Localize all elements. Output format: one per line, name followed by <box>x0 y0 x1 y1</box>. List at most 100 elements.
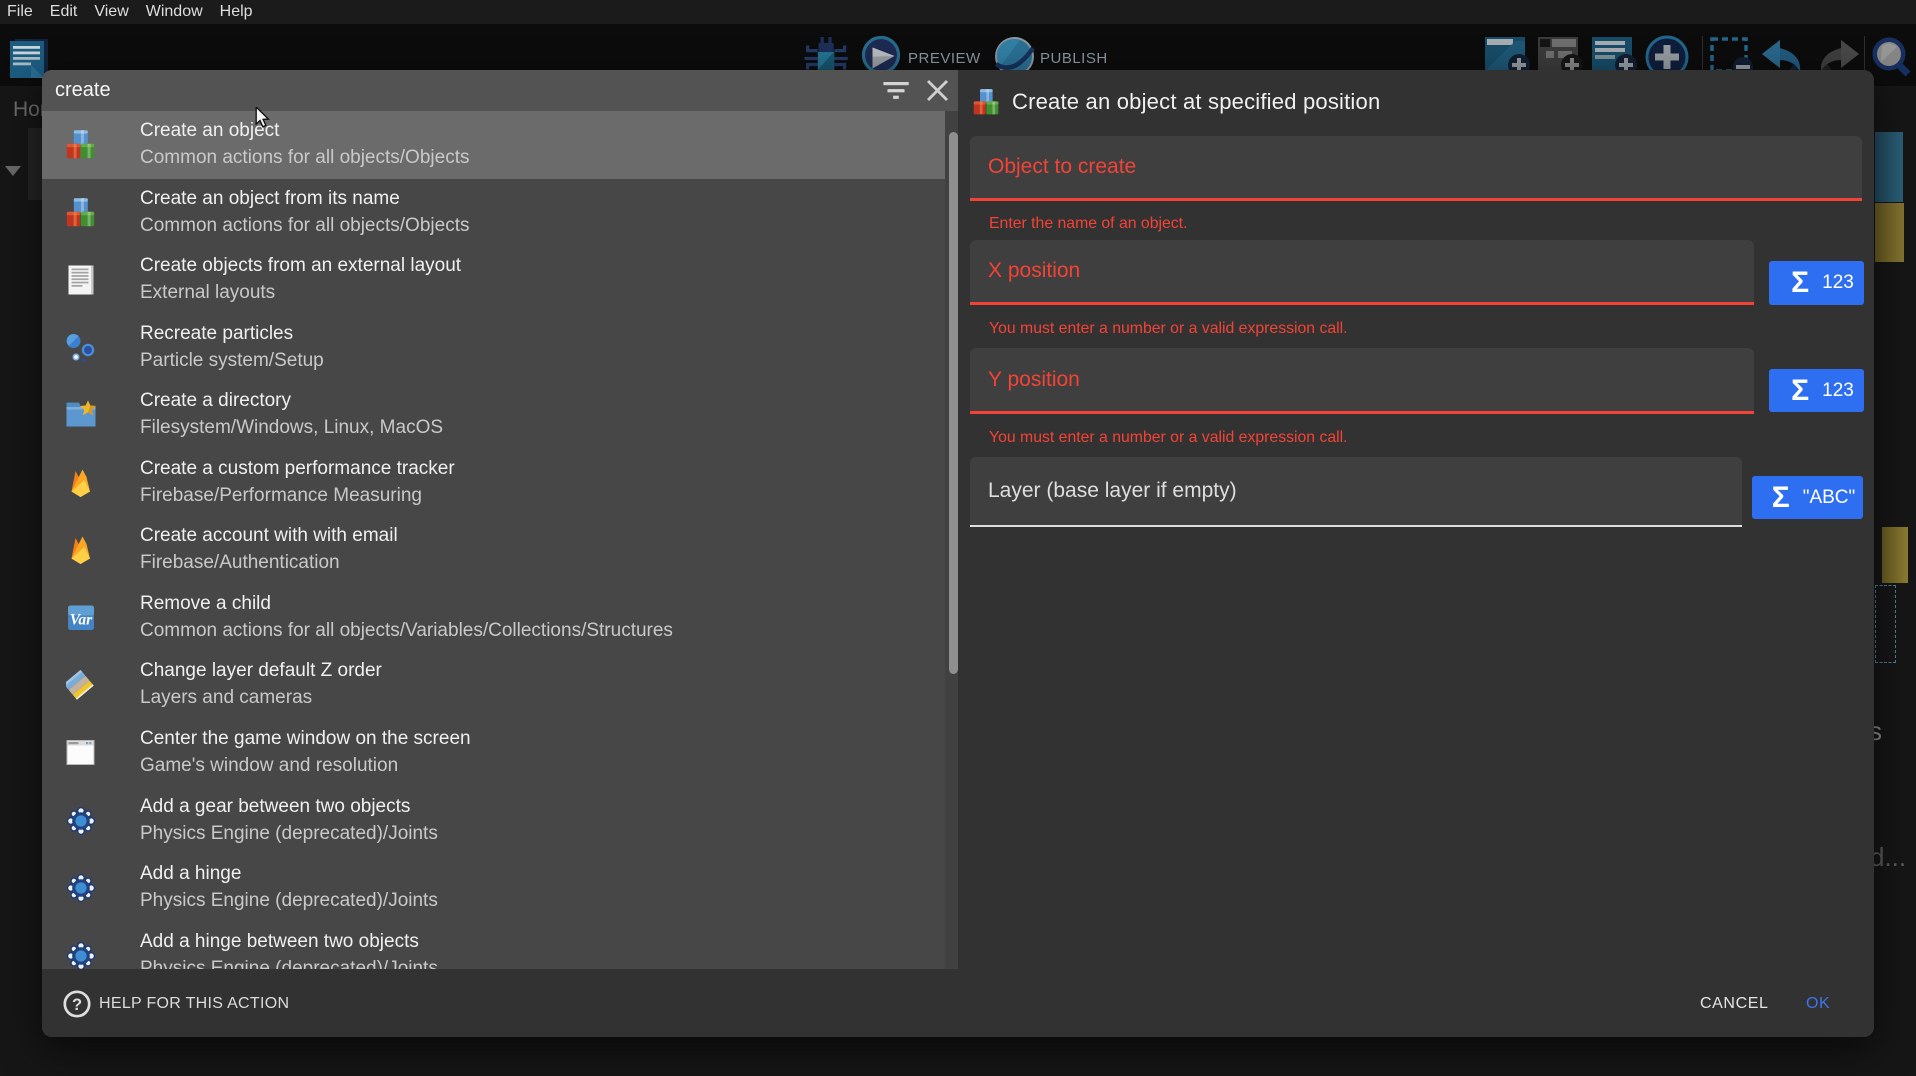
list-item[interactable]: Change layer default Z order Layers and c… <box>42 651 958 719</box>
instruction-list-pane: create Create an objectCommon actions fo… <box>42 70 958 969</box>
filter-icon[interactable] <box>883 82 909 100</box>
layers-icon <box>66 670 96 700</box>
sigma-icon: Σ <box>1791 266 1809 300</box>
object-field-label: Object to create <box>988 155 1136 179</box>
list-item-title: Change layer default Z order <box>140 660 382 682</box>
create-object-icon <box>973 89 1000 116</box>
list-item-subtitle: Common actions for all objects/Variables… <box>140 620 673 642</box>
publish-button[interactable]: PUBLISH <box>1040 50 1108 67</box>
svg-text:?: ? <box>72 996 82 1014</box>
list-item-title: Add a hinge <box>140 863 241 885</box>
x-field-label: X position <box>988 259 1080 283</box>
list-item-subtitle: Particle system/Setup <box>140 350 324 372</box>
list-item-title: Create a directory <box>140 390 291 412</box>
particles-icon <box>66 333 96 363</box>
list-item-title: Add a gear between two objects <box>140 796 410 818</box>
cubes-icon <box>66 130 96 160</box>
list-item-subtitle: Layers and cameras <box>140 687 312 709</box>
list-item-subtitle: Filesystem/Windows, Linux, MacOS <box>140 417 443 439</box>
list-item[interactable]: Recreate particlesParticle system/Setup <box>42 314 958 382</box>
cubes-icon <box>66 198 96 228</box>
close-icon[interactable] <box>927 80 948 101</box>
list-item[interactable]: Create an objectCommon actions for all o… <box>42 111 958 179</box>
object-field-helper: Enter the name of an object. <box>989 215 1187 233</box>
list-item-subtitle: Physics Engine (deprecated)/Joints <box>140 823 438 845</box>
list-item-title: Remove a child <box>140 593 271 615</box>
search-icon[interactable] <box>1870 36 1914 80</box>
x-field-error: You must enter a number or a valid expre… <box>989 320 1348 338</box>
menu-view[interactable]: View <box>94 3 128 21</box>
debugger-icon[interactable] <box>800 36 850 72</box>
help-icon: ? <box>63 990 91 1018</box>
preview-button[interactable]: PREVIEW <box>908 50 981 67</box>
list-item[interactable]: Center the game window on the screen Game… <box>42 719 958 787</box>
layer-field-label: Layer (base layer if empty) <box>988 479 1237 503</box>
list-item-title: Create objects from an external layout <box>140 255 461 277</box>
folder-icon <box>66 400 96 430</box>
list-item[interactable]: Add a hinge between two objects Physics E… <box>42 922 958 969</box>
scene-text-fragment: d... <box>1870 842 1906 873</box>
layer-expression-button[interactable]: Σ "ABC" <box>1752 476 1863 519</box>
list-item-subtitle: Common actions for all objects/Objects <box>140 215 469 237</box>
y-field-label: Y position <box>988 368 1080 392</box>
search-bar[interactable]: create <box>42 70 958 111</box>
list-item-subtitle: Firebase/Performance Measuring <box>140 485 422 507</box>
list-item[interactable]: Create objects from an external layout Ex… <box>42 246 958 314</box>
list-item[interactable]: Create an object from its name Common act… <box>42 179 958 247</box>
layer-expression-tag: "ABC" <box>1803 487 1856 509</box>
x-expression-tag: 123 <box>1822 272 1854 294</box>
help-button[interactable]: ? HELP FOR THIS ACTION <box>63 970 289 1037</box>
scrollbar-thumb[interactable] <box>949 132 958 674</box>
list-item-title: Center the game window on the screen <box>140 728 471 750</box>
x-expression-button[interactable]: Σ 123 <box>1769 261 1864 305</box>
cancel-button[interactable]: CANCEL <box>1684 987 1785 1021</box>
list-item-title: Create a custom performance tracker <box>140 458 455 480</box>
scene-object-olive <box>1875 203 1904 262</box>
preview-play-icon[interactable] <box>861 35 901 75</box>
y-expression-tag: 123 <box>1822 380 1854 402</box>
list-item-subtitle: Physics Engine (deprecated)/Joints <box>140 890 438 912</box>
instruction-selector-dialog: create Create an objectCommon actions fo… <box>42 70 1874 1037</box>
layer-field[interactable]: Layer (base layer if empty) <box>970 457 1742 527</box>
list-item-subtitle: Game's window and resolution <box>140 755 398 777</box>
list-item-title: Create account with with email <box>140 525 398 547</box>
scene-object-teal <box>1875 132 1903 202</box>
dialog-footer: ? HELP FOR THIS ACTION CANCEL OK <box>42 970 1874 1037</box>
menu-window[interactable]: Window <box>146 3 203 21</box>
search-input[interactable]: create <box>55 79 958 102</box>
menu-edit[interactable]: Edit <box>50 3 78 21</box>
sigma-icon: Σ <box>1772 481 1790 515</box>
sigma-icon: Σ <box>1791 374 1809 408</box>
object-to-create-field[interactable]: Object to create <box>970 136 1862 201</box>
panel-title: Create an object at specified position <box>1012 89 1380 115</box>
results-list: Create an objectCommon actions for all o… <box>42 111 958 969</box>
list-item[interactable]: Add a gear between two objects Physics En… <box>42 787 958 855</box>
list-item[interactable]: Remove a child Common actions for all obj… <box>42 584 958 652</box>
menu-bar: File Edit View Window Help <box>0 0 1916 24</box>
list-item[interactable]: Add a hinge Physics Engine (deprecated)/J… <box>42 854 958 922</box>
chevron-down-icon <box>5 166 21 176</box>
menu-file[interactable]: File <box>7 3 33 21</box>
flame-icon <box>66 468 96 498</box>
gear-icon <box>66 806 96 836</box>
list-item[interactable]: Create a directory Filesystem/Windows, Li… <box>42 381 958 449</box>
flame-icon <box>66 535 96 565</box>
list-item[interactable]: Create a custom performance tracker Fireb… <box>42 449 958 517</box>
gear-icon <box>66 873 96 903</box>
ok-button[interactable]: OK <box>1790 987 1846 1021</box>
y-expression-button[interactable]: Σ 123 <box>1769 369 1864 412</box>
list-item-title: Add a hinge between two objects <box>140 931 419 953</box>
gear-icon <box>66 941 96 969</box>
y-field-error: You must enter a number or a valid expre… <box>989 429 1348 447</box>
y-position-field[interactable]: Y position <box>970 348 1754 414</box>
list-item-title: Create an object from its name <box>140 188 400 210</box>
list-item-subtitle: Physics Engine (deprecated)/Joints <box>140 958 438 969</box>
menu-help[interactable]: Help <box>220 3 253 21</box>
list-item-subtitle: External layouts <box>140 282 275 304</box>
mouse-cursor <box>255 107 271 128</box>
x-position-field[interactable]: X position <box>970 240 1754 305</box>
scene-object-gold <box>1882 527 1908 583</box>
window-icon <box>66 738 96 768</box>
list-item[interactable]: Create account with with email Firebase/A… <box>42 516 958 584</box>
list-item-subtitle: Firebase/Authentication <box>140 552 340 574</box>
